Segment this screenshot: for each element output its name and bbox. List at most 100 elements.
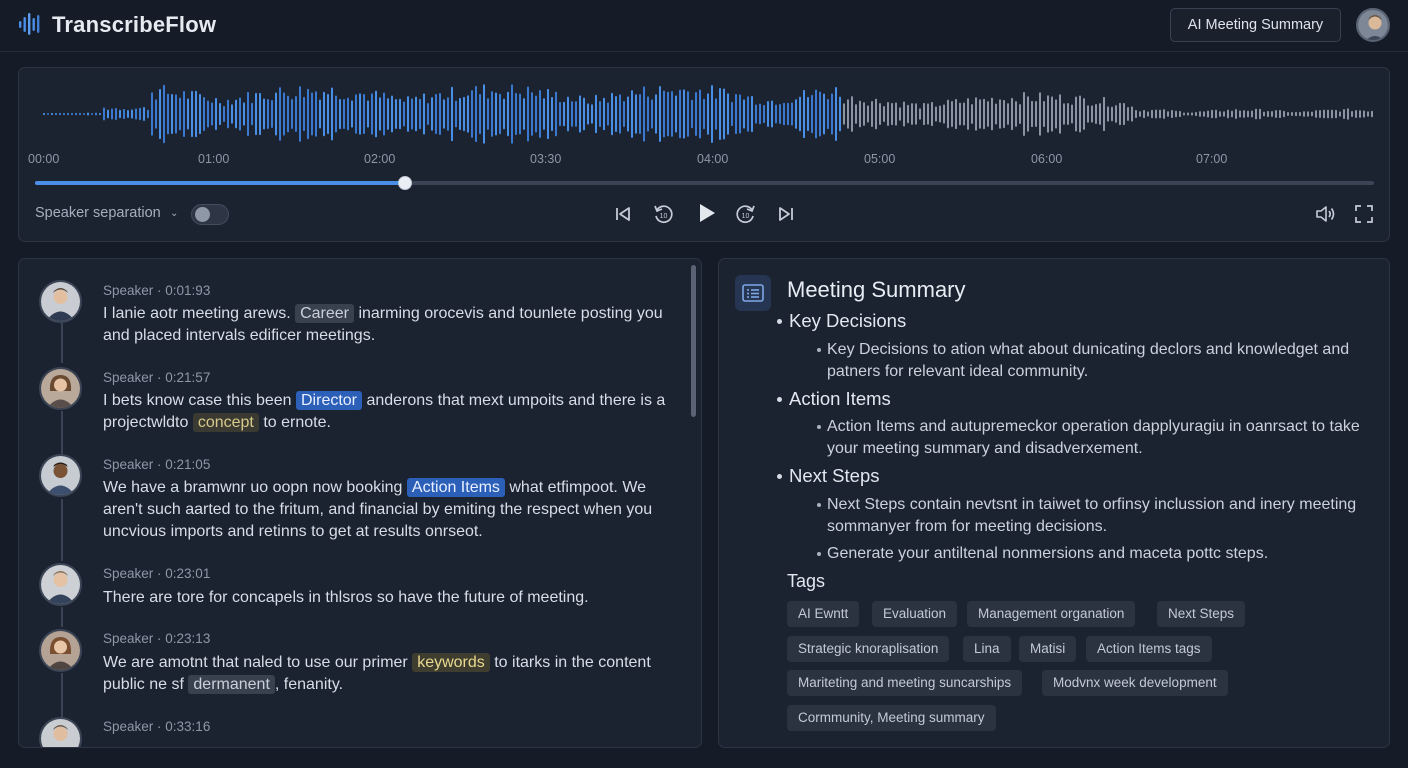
waveform-bar <box>451 86 453 142</box>
fullscreen-icon[interactable] <box>1352 202 1376 226</box>
waveform-bar <box>1147 111 1149 117</box>
tag[interactable]: AI Ewntt <box>787 601 860 627</box>
waveform-bar <box>607 102 609 126</box>
keyword-highlight[interactable]: Director <box>296 391 363 410</box>
tag[interactable]: Evaluation <box>872 601 958 627</box>
keyword-highlight[interactable]: keywords <box>412 653 490 672</box>
ai-meeting-summary-button[interactable]: AI Meeting Summary <box>1170 8 1341 42</box>
waveform-bar <box>443 99 445 129</box>
waveform-bar <box>83 113 85 115</box>
skip-to-end-icon[interactable] <box>774 202 798 226</box>
waveform-bar <box>647 96 649 132</box>
waveform-bar <box>183 91 185 137</box>
waveform-bar <box>99 112 101 116</box>
waveform-bar <box>1079 95 1081 133</box>
waveform-bar <box>571 101 573 127</box>
waveform-bar <box>919 108 921 120</box>
waveform-bar <box>1335 109 1337 119</box>
waveform-bar <box>499 93 501 135</box>
waveform-bar <box>851 96 853 132</box>
waveform-bar <box>747 96 749 132</box>
waveform-bar <box>379 97 381 131</box>
waveform-bar <box>167 93 169 135</box>
transcript-panel[interactable]: Speaker · 0:01:93 I lanie aotr meeting a… <box>18 258 702 748</box>
time-tick: 05:00 <box>864 152 896 166</box>
transcript-scrollbar[interactable] <box>691 265 696 417</box>
user-avatar[interactable] <box>1356 8 1390 42</box>
waveform-bar <box>363 93 365 135</box>
waveform-bar <box>439 92 441 136</box>
waveform-bar <box>103 107 105 121</box>
waveform-bar <box>1219 111 1221 117</box>
chevron-down-icon[interactable]: ⌄ <box>170 208 178 219</box>
waveform-bar <box>827 98 829 130</box>
waveform-bar <box>971 103 973 125</box>
waveform-bar <box>291 99 293 129</box>
waveform-bar <box>63 113 65 115</box>
waveform-bar <box>879 102 881 126</box>
waveform-bar <box>1283 110 1285 118</box>
tag[interactable]: Matisi <box>1019 636 1077 662</box>
svg-text:10: 10 <box>742 213 750 220</box>
waveform-bar <box>383 92 385 136</box>
svg-text:10: 10 <box>660 213 668 220</box>
time-tick: 04:00 <box>697 152 729 166</box>
waveform-bar <box>487 98 489 130</box>
tag[interactable]: Lina <box>963 636 1011 662</box>
transcript-text: I lanie aotr meeting arews. Career inarm… <box>103 304 663 344</box>
tag[interactable]: Next Steps <box>1157 601 1246 627</box>
waveform-bar <box>55 113 57 115</box>
waveform-bar <box>1331 109 1333 119</box>
tag[interactable]: Management organation <box>967 601 1136 627</box>
waveform-bar <box>755 104 757 124</box>
top-bar: TranscribeFlow AI Meeting Summary <box>0 0 1408 52</box>
waveform-bar <box>783 102 785 126</box>
waveform-bar <box>1235 108 1237 120</box>
waveform-bar <box>1163 109 1165 119</box>
waveform-bar <box>1315 110 1317 118</box>
waveform[interactable] <box>41 78 1373 162</box>
speaker-separation-toggle[interactable] <box>191 204 229 225</box>
tag[interactable]: Modvnx week development <box>1042 670 1228 696</box>
waveform-bar <box>1119 102 1121 126</box>
waveform-bar <box>1275 109 1277 119</box>
waveform-bar <box>1359 110 1361 118</box>
forward-10-icon[interactable]: 10 <box>734 202 758 226</box>
waveform-bar <box>339 98 341 130</box>
keyword-highlight[interactable]: concept <box>192 413 259 432</box>
waveform-bar <box>71 112 73 116</box>
waveform-bar <box>931 101 933 127</box>
waveform-bar <box>1055 99 1057 129</box>
waveform-bar <box>975 97 977 131</box>
waveform-bar <box>999 99 1001 129</box>
transcript-text: We have a bramwnr uo oopn now booking Ac… <box>103 478 653 540</box>
keyword-highlight[interactable]: dermanent <box>188 675 275 694</box>
waveform-bar <box>707 93 709 135</box>
volume-icon[interactable] <box>1313 202 1337 226</box>
tag[interactable]: Strategic knoraplisation <box>787 636 950 662</box>
keyword-highlight[interactable]: Action Items <box>406 478 505 497</box>
waveform-bar <box>231 104 233 124</box>
speaker-timestamp: Speaker · 0:33:16 <box>103 719 211 734</box>
skip-to-start-icon[interactable] <box>611 202 635 226</box>
waveform-bar <box>903 101 905 127</box>
rewind-10-icon[interactable]: 10 <box>651 202 675 226</box>
waveform-bar <box>371 93 373 135</box>
waveform-bar <box>507 91 509 137</box>
keyword-highlight[interactable]: Career <box>295 304 354 323</box>
waveform-bar <box>139 107 141 121</box>
waveform-bar <box>227 99 229 129</box>
transcript-text: We are amotnt that naled to use our prim… <box>103 653 651 694</box>
speaker-separation-label[interactable]: Speaker separation <box>35 205 161 221</box>
tag[interactable]: Mariteting and meeting suncarships <box>787 670 1023 696</box>
progress-bar[interactable] <box>35 176 1374 190</box>
waveform-bar <box>307 88 309 140</box>
waveform-bar <box>799 96 801 132</box>
waveform-bar <box>539 89 541 139</box>
waveform-bar <box>659 85 661 143</box>
play-icon[interactable] <box>692 199 720 227</box>
progress-handle[interactable] <box>397 176 412 190</box>
waveform-bar <box>823 93 825 135</box>
tag[interactable]: Cormmunity, Meeting summary <box>787 705 996 731</box>
tag[interactable]: Action Items tags <box>1086 636 1212 662</box>
